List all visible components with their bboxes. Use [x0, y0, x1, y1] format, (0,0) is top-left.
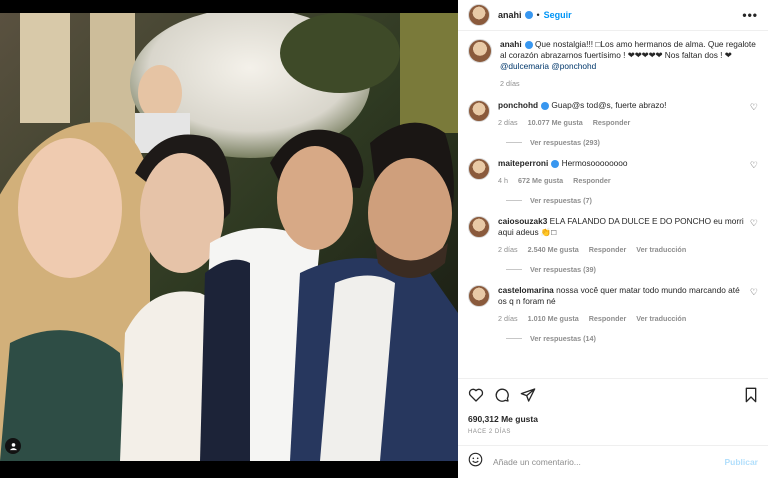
comment: ponchohd Guap@s tod@s, fuerte abrazo! 2 …: [468, 100, 758, 128]
comment-block: maiteperroni Hermosoooooooo 4 h 672 Me gu…: [468, 158, 758, 205]
comment-age: 2 días: [498, 314, 518, 323]
heart-icon[interactable]: [468, 387, 484, 408]
post-actions: 690,312 Me gusta HACE 2 DÍAS: [458, 378, 768, 435]
like-count[interactable]: 690,312 Me gusta: [458, 408, 768, 424]
post-side-panel: anahi • Seguir ••• anahi Que nostalgia!!…: [458, 0, 768, 478]
caption-age: 2 días: [500, 79, 520, 88]
view-replies-button[interactable]: Ver respuestas (293): [506, 138, 758, 147]
comment-username[interactable]: castelomarina: [498, 285, 554, 295]
reply-button[interactable]: Responder: [589, 245, 627, 254]
instagram-post-modal: anahi • Seguir ••• anahi Que nostalgia!!…: [0, 0, 768, 478]
comment-age: 2 días: [498, 245, 518, 254]
add-comment-bar: Publicar: [458, 445, 768, 478]
comments-list[interactable]: anahi Que nostalgia!!! □Los amo hermanos…: [458, 31, 768, 377]
comment: castelomarina nossa você quer matar todo…: [468, 285, 758, 324]
comment-block: ponchohd Guap@s tod@s, fuerte abrazo! 2 …: [468, 100, 758, 147]
comment-icon[interactable]: [494, 387, 510, 408]
reply-button[interactable]: Responder: [573, 176, 611, 185]
photo-illustration: [0, 13, 458, 461]
author-username[interactable]: anahi: [498, 10, 522, 20]
comment-likes[interactable]: 672 Me gusta: [518, 176, 563, 185]
comment: caiosouzak3 ELA FALANDO DA DULCE E DO PO…: [468, 216, 758, 255]
view-replies-button[interactable]: Ver respuestas (7): [506, 196, 758, 205]
view-replies-button[interactable]: Ver respuestas (14): [506, 334, 758, 343]
comment-like-heart-icon[interactable]: ♡: [750, 287, 758, 298]
comment-username[interactable]: maiteperroni: [498, 158, 548, 168]
translate-button[interactable]: Ver traducción: [636, 245, 686, 254]
mention-link[interactable]: @dulcemaria: [500, 61, 549, 71]
comment-avatar[interactable]: [468, 100, 490, 122]
comment-like-heart-icon[interactable]: ♡: [750, 102, 758, 113]
comment-likes[interactable]: 1.010 Me gusta: [528, 314, 579, 323]
verified-badge-icon: [541, 101, 550, 110]
post-timestamp: HACE 2 DÍAS: [468, 429, 511, 435]
verified-badge-icon: [524, 40, 533, 49]
comment-block: caiosouzak3 ELA FALANDO DA DULCE E DO PO…: [468, 216, 758, 274]
more-options-icon[interactable]: •••: [742, 8, 758, 22]
follow-button[interactable]: Seguir: [544, 10, 572, 20]
comment-text: Hermosoooooooo: [559, 158, 628, 168]
comment-input[interactable]: [491, 456, 725, 468]
publish-button[interactable]: Publicar: [724, 457, 758, 467]
post-photo[interactable]: [0, 13, 458, 461]
caption: anahi Que nostalgia!!! □Los amo hermanos…: [468, 39, 758, 89]
comment-age: 2 días: [498, 118, 518, 127]
comment-like-heart-icon[interactable]: ♡: [750, 218, 758, 229]
comment-username[interactable]: caiosouzak3: [498, 216, 547, 226]
reply-button[interactable]: Responder: [589, 314, 627, 323]
comment-likes[interactable]: 10.077 Me gusta: [528, 118, 583, 127]
comment-likes[interactable]: 2.540 Me gusta: [528, 245, 579, 254]
verified-badge-icon: [524, 11, 533, 19]
post-header: anahi • Seguir •••: [458, 0, 768, 31]
comment-block: castelomarina nossa você quer matar todo…: [468, 285, 758, 343]
comment-text: Guap@s tod@s, fuerte abrazo!: [549, 100, 667, 110]
action-icons-row: [458, 379, 768, 408]
comment: maiteperroni Hermosoooooooo 4 h 672 Me gu…: [468, 158, 758, 186]
comment-age: 4 h: [498, 176, 508, 185]
view-replies-button[interactable]: Ver respuestas (39): [506, 265, 758, 274]
translate-button[interactable]: Ver traducción: [636, 314, 686, 323]
tagged-users-icon[interactable]: [5, 438, 21, 454]
comment-avatar[interactable]: [468, 158, 490, 180]
author-avatar[interactable]: [468, 4, 490, 26]
comment-username[interactable]: ponchohd: [498, 100, 538, 110]
emoji-icon[interactable]: [468, 452, 483, 472]
comment-avatar[interactable]: [468, 285, 490, 307]
comment-like-heart-icon[interactable]: ♡: [750, 160, 758, 171]
user-silhouette-icon: [9, 442, 17, 450]
separator-dot: •: [536, 10, 540, 20]
mention-link[interactable]: @ponchohd: [551, 61, 596, 71]
caption-username[interactable]: anahi: [500, 39, 522, 49]
share-icon[interactable]: [520, 387, 536, 408]
reply-button[interactable]: Responder: [593, 118, 631, 127]
bookmark-icon[interactable]: [744, 387, 758, 408]
caption-text: Que nostalgia!!! □Los amo hermanos de al…: [500, 39, 756, 60]
comment-avatar[interactable]: [468, 216, 490, 238]
caption-avatar[interactable]: [468, 39, 492, 63]
